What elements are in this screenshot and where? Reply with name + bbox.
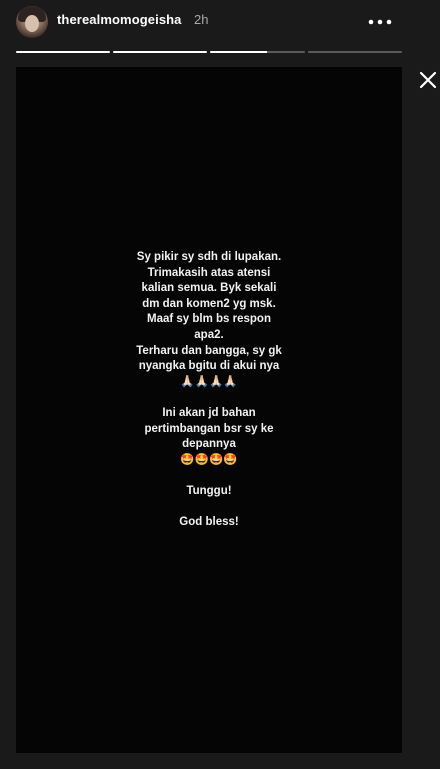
progress-segment — [210, 51, 305, 53]
story-text: Sy pikir sy sdh di lupakan. Trimakasih at… — [16, 250, 402, 531]
username[interactable]: therealmomogeisha — [57, 12, 182, 27]
story-line: Sy pikir sy sdh di lupakan. — [136, 251, 282, 263]
story-content[interactable]: Sy pikir sy sdh di lupakan. Trimakasih at… — [16, 67, 402, 753]
story-line: pertimbangan bsr sy ke — [144, 422, 274, 435]
story-line: depannya — [182, 438, 236, 451]
avatar-face — [25, 15, 39, 32]
avatar[interactable] — [16, 6, 48, 38]
progress-segment — [308, 51, 402, 53]
story-line: Ini akan jd bahan — [162, 406, 256, 419]
story-header: therealmomogeisha 2h — [0, 0, 440, 44]
story-line: apa2. — [194, 328, 224, 341]
story-line: 🙏🏻🙏🏻🙏🏻🙏🏻 — [180, 375, 238, 388]
more-options-icon[interactable] — [366, 12, 394, 32]
timestamp: 2h — [194, 12, 209, 27]
story-line: Tunggu! — [186, 484, 232, 497]
story-line: 🤩🤩🤩🤩 — [180, 453, 238, 466]
story-line-gap — [16, 500, 402, 516]
story-line: God bless! — [179, 516, 239, 529]
story-line: dm dan komen2 yg msk. — [142, 297, 276, 310]
close-icon[interactable] — [419, 71, 437, 89]
story-line: Maaf sy blm bs respon — [147, 313, 271, 326]
story-line: Terharu dan bangga, sy gk — [136, 344, 282, 357]
progress-segment — [16, 51, 110, 53]
story-viewer: therealmomogeisha 2h Sy pikir sy sdh di … — [0, 0, 440, 769]
progress-segment — [113, 51, 207, 53]
story-line: kalian semua. Byk sekali — [141, 282, 277, 295]
progress-fill — [113, 51, 207, 53]
progress-fill — [16, 51, 110, 53]
story-line: Trimakasih atas atensi — [147, 266, 271, 279]
story-progress — [16, 51, 402, 54]
story-line-gap — [16, 390, 402, 406]
progress-fill — [210, 51, 267, 53]
story-line-gap — [16, 468, 402, 484]
story-line: nyangka bgitu di akui nya — [138, 360, 280, 373]
